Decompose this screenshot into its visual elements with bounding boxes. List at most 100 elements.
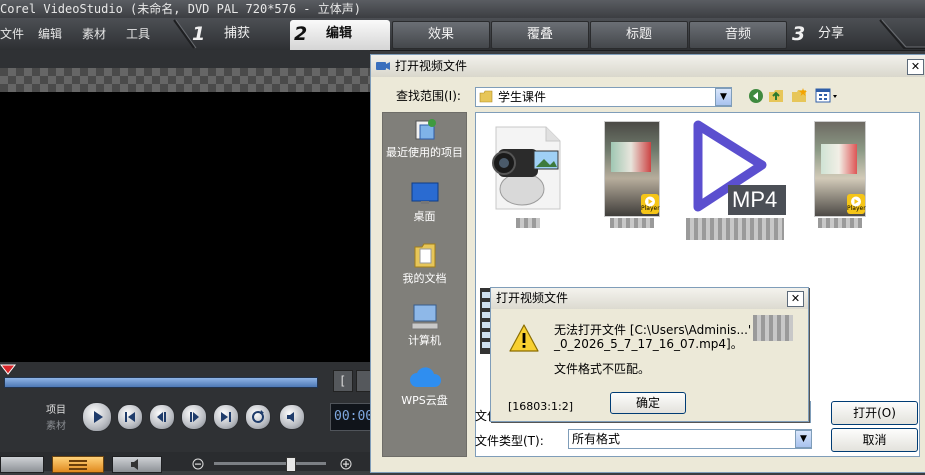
file-item[interactable]: Player xyxy=(814,121,866,217)
step-back-icon xyxy=(157,412,166,422)
mp4-label: MP4 xyxy=(732,187,778,212)
filetype-value: 所有格式 xyxy=(572,432,621,446)
file-name-redacted xyxy=(516,218,540,228)
play-button[interactable] xyxy=(82,402,112,432)
place-desktop[interactable]: 桌面 xyxy=(383,181,466,223)
desktop-icon xyxy=(411,182,438,204)
folder-icon xyxy=(479,90,493,103)
tab-audio[interactable]: 音频 xyxy=(689,21,787,49)
window-title: Corel VideoStudio (未命名, DVD PAL 720*576 … xyxy=(0,2,361,16)
cloud-icon xyxy=(409,367,441,387)
timeline-scrubber-bar[interactable] xyxy=(4,377,318,388)
volume-button[interactable] xyxy=(279,404,305,430)
zoom-in-icon[interactable] xyxy=(340,458,352,470)
file-path-redacted xyxy=(753,315,793,341)
place-wps-cloud-label: WPS云盘 xyxy=(401,394,448,407)
documents-folder-icon xyxy=(414,243,435,268)
video-preview-screen xyxy=(0,92,370,362)
home-button[interactable] xyxy=(117,404,143,430)
cancel-button[interactable]: 取消 xyxy=(831,428,918,452)
file-name-redacted xyxy=(818,218,862,228)
computer-icon xyxy=(411,304,438,330)
timecode-display[interactable]: 00:00 xyxy=(330,403,375,431)
step-1-number: 1 xyxy=(192,23,206,45)
step-edit-active[interactable]: 2 编辑 xyxy=(290,20,390,50)
menu-bar: 文件 编辑 素材 工具 1 捕获 2 编辑 效果 覆叠 标题 音频 3 分享 xyxy=(0,18,925,51)
mode-project-label[interactable]: 项目 xyxy=(46,401,66,416)
speaker-icon xyxy=(287,412,294,422)
menu-tools[interactable]: 工具 xyxy=(126,18,150,50)
end-button[interactable] xyxy=(213,404,239,430)
video-file-icon xyxy=(376,62,390,70)
timeline-icon xyxy=(69,460,87,470)
menu-file[interactable]: 文件 xyxy=(0,18,24,50)
place-recent[interactable]: 最近使用的项目 xyxy=(383,117,466,159)
place-documents[interactable]: 我的文档 xyxy=(383,241,466,285)
place-documents-label: 我的文档 xyxy=(402,272,447,285)
error-dialog-title: 打开视频文件 xyxy=(496,291,569,305)
file-item[interactable]: MP4 xyxy=(682,119,788,219)
back-arrow-icon[interactable] xyxy=(748,88,764,104)
mode-clip-label[interactable]: 素材 xyxy=(46,417,66,432)
place-wps-cloud[interactable]: WPS云盘 xyxy=(383,365,466,407)
recent-items-icon xyxy=(415,119,436,140)
view-menu-icon[interactable] xyxy=(815,88,839,104)
file-item[interactable]: Player xyxy=(604,121,660,217)
step-2-number: 2 xyxy=(294,23,308,45)
menu-edit[interactable]: 编辑 xyxy=(38,18,62,50)
player-badge: Player xyxy=(641,194,660,214)
place-computer[interactable]: 计算机 xyxy=(383,303,466,347)
new-folder-icon[interactable] xyxy=(791,87,808,104)
file-name-redacted xyxy=(610,218,654,228)
warning-icon xyxy=(509,324,539,352)
step-capture[interactable]: 捕获 xyxy=(224,18,250,50)
tab-overlay[interactable]: 覆叠 xyxy=(491,21,589,49)
zoom-slider-handle[interactable] xyxy=(286,457,296,472)
timeline-view-button[interactable] xyxy=(52,456,104,473)
trim-start-button[interactable]: [ xyxy=(333,370,353,392)
play-circle-icon xyxy=(851,196,861,207)
window-title-bar: Corel VideoStudio (未命名, DVD PAL 720*576 … xyxy=(0,0,925,18)
video-camcorder-icon xyxy=(492,126,561,210)
step-share[interactable]: 分享 xyxy=(818,18,844,50)
zoom-slider-track[interactable] xyxy=(214,462,326,465)
step-edit-label: 编辑 xyxy=(326,26,353,41)
preview-checker-border xyxy=(0,68,370,92)
error-close-button[interactable]: ✕ xyxy=(787,291,804,307)
audio-view-button[interactable] xyxy=(112,456,162,473)
step-3-number: 3 xyxy=(792,23,806,45)
repeat-button[interactable] xyxy=(245,404,271,430)
error-dialog: 打开视频文件 ✕ 无法打开文件 [C:\Users\Adminis...' _0… xyxy=(490,287,809,422)
menu-clip[interactable]: 素材 xyxy=(82,18,106,50)
play-circle-icon xyxy=(645,196,655,207)
skip-end-icon xyxy=(221,412,231,422)
dialog-title-bar: 打开视频文件 ✕ xyxy=(371,55,925,77)
place-desktop-label: 桌面 xyxy=(413,210,436,223)
file-item[interactable] xyxy=(488,119,570,211)
step-forward-icon xyxy=(190,412,199,422)
player-badge: Player xyxy=(847,194,866,214)
lookin-value: 学生课件 xyxy=(498,90,547,104)
error-code: [16803:1:2] xyxy=(508,400,573,413)
scrubber-marker-icon[interactable] xyxy=(0,364,16,376)
zoom-out-icon[interactable] xyxy=(192,458,204,470)
tab-effects[interactable]: 效果 xyxy=(392,21,490,49)
place-recent-label: 最近使用的项目 xyxy=(386,146,463,159)
filetype-label: 文件类型(T): xyxy=(475,434,544,448)
ok-button[interactable]: 确定 xyxy=(610,392,686,414)
lookin-label: 查找范围(I): xyxy=(396,89,461,103)
open-button[interactable]: 打开(O) xyxy=(831,401,918,425)
speaker-icon xyxy=(131,459,138,470)
storyboard-view-button[interactable] xyxy=(0,456,44,473)
chevron-down-icon[interactable]: ▼ xyxy=(715,88,732,106)
chevron-down-icon[interactable]: ▼ xyxy=(795,430,812,448)
lookin-combobox[interactable]: 学生课件 ▼ xyxy=(475,87,732,107)
tab-title[interactable]: 标题 xyxy=(590,21,688,49)
play-icon xyxy=(94,411,103,423)
previous-frame-button[interactable] xyxy=(149,404,175,430)
skip-start-icon xyxy=(125,412,135,422)
up-folder-icon[interactable] xyxy=(768,87,784,104)
next-frame-button[interactable] xyxy=(181,404,207,430)
dialog-close-button[interactable]: ✕ xyxy=(907,59,924,75)
filetype-combobox[interactable]: 所有格式 ▼ xyxy=(568,429,812,449)
